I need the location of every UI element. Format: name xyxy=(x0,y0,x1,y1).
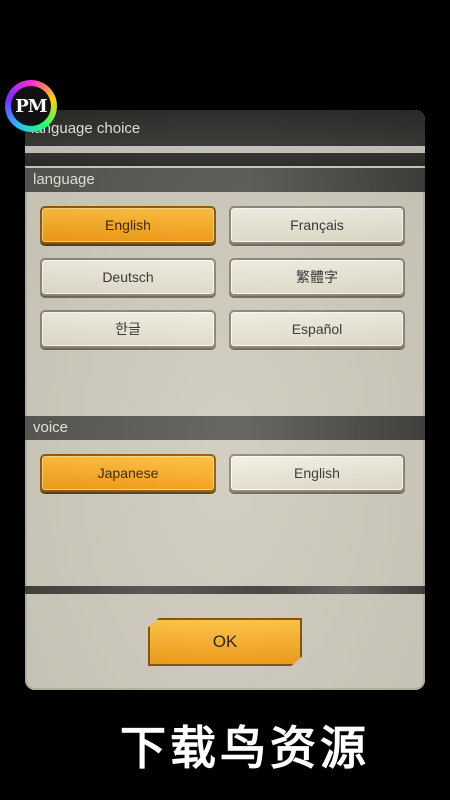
dialog-title-bar: language choice xyxy=(25,110,425,166)
voice-section-label: voice xyxy=(33,419,69,436)
watermark-text: 下载鸟资源 xyxy=(120,721,370,775)
ok-button[interactable]: OK xyxy=(148,618,302,666)
voice-option-japanese[interactable]: Japanese xyxy=(40,454,216,492)
site-logo: PM xyxy=(5,80,57,132)
title-brush-stroke xyxy=(25,146,425,153)
language-option-deutsch[interactable]: Deutsch xyxy=(40,258,216,296)
logo-text: PM xyxy=(11,86,51,126)
language-option-english[interactable]: English xyxy=(40,206,216,244)
bottom-brush-stroke xyxy=(25,586,425,594)
language-option-francais[interactable]: Français xyxy=(229,206,405,244)
language-option-korean[interactable]: 한글 xyxy=(40,310,216,348)
language-section-header: language xyxy=(25,168,425,192)
language-dialog: language choice language English Françai… xyxy=(25,110,425,690)
voice-option-english[interactable]: English xyxy=(229,454,405,492)
language-option-espanol[interactable]: Español xyxy=(229,310,405,348)
voice-section-header: voice xyxy=(25,416,425,440)
language-option-traditional-chinese[interactable]: 繁體字 xyxy=(229,258,405,296)
language-section-label: language xyxy=(33,171,95,188)
